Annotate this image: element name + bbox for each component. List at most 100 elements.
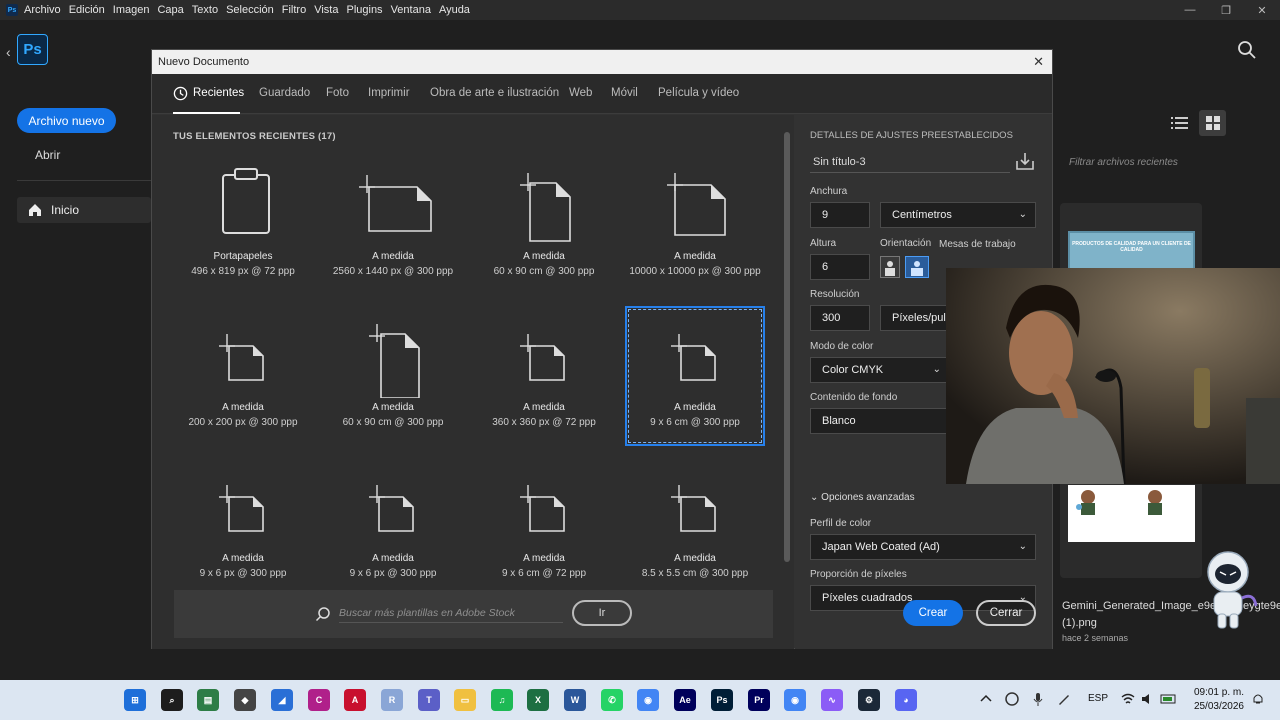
tab-obra-arte[interactable]: Obra de arte e ilustración	[430, 87, 559, 99]
recent-item[interactable]: A medida 9 x 6 cm @ 300 ppp	[625, 306, 765, 446]
recent-item[interactable]: A medida 60 x 90 cm @ 300 ppp	[323, 306, 463, 446]
menu-filtro[interactable]: Filtro	[282, 4, 306, 16]
capcut-icon[interactable]: C	[308, 689, 330, 711]
menu-ventana[interactable]: Ventana	[391, 4, 431, 16]
filter-recent-input[interactable]: Filtrar archivos recientes	[1069, 157, 1178, 168]
windows-start-icon[interactable]: ⊞	[124, 689, 146, 711]
stock-search-input[interactable]: Buscar más plantillas en Adobe Stock	[339, 607, 563, 623]
recent-item[interactable]: A medida 9 x 6 cm @ 72 ppp	[474, 457, 614, 597]
menu-texto[interactable]: Texto	[192, 4, 218, 16]
recent-item[interactable]: A medida 9 x 6 px @ 300 ppp	[323, 457, 463, 597]
minimize-icon[interactable]: —	[1172, 0, 1208, 20]
menu-ayuda[interactable]: Ayuda	[439, 4, 470, 16]
tray-chevron-icon[interactable]	[978, 691, 994, 707]
create-button[interactable]: Crear	[903, 600, 963, 626]
steam-icon[interactable]: ⚙	[858, 689, 880, 711]
recent-item[interactable]: A medida 360 x 360 px @ 72 ppp	[474, 306, 614, 446]
advanced-options-toggle[interactable]: ⌄ Opciones avanzadas	[810, 492, 915, 503]
document-name-input[interactable]: Sin título-3	[810, 151, 1010, 173]
resolution-label: Resolución	[810, 289, 860, 300]
recent-item[interactable]: A medida 200 x 200 px @ 300 ppp	[173, 306, 313, 446]
whatsapp-icon[interactable]: ✆	[601, 689, 623, 711]
scrollbar[interactable]	[783, 120, 791, 584]
list-view-icon[interactable]	[1170, 114, 1190, 132]
recent-item[interactable]: Portapapeles 496 x 819 px @ 72 ppp	[173, 155, 313, 295]
premiere-icon[interactable]: Pr	[748, 689, 770, 711]
clock-icon	[173, 86, 188, 101]
recent-item[interactable]: A medida 8.5 x 5.5 cm @ 300 ppp	[625, 457, 765, 597]
spotify-icon[interactable]: ♫	[491, 689, 513, 711]
chrome-profile-icon[interactable]: ◉	[784, 689, 806, 711]
open-button[interactable]: Abrir	[35, 148, 60, 162]
restore-icon[interactable]: ❐	[1208, 0, 1244, 20]
color-mode-select[interactable]: Color CMYK ⌄	[810, 357, 950, 383]
wifi-icon[interactable]	[1120, 691, 1136, 707]
teams-icon[interactable]: T	[418, 689, 440, 711]
recent-item[interactable]: A medida 60 x 90 cm @ 300 ppp	[474, 155, 614, 295]
webcam-video-image	[946, 268, 1280, 484]
tab-web[interactable]: Web	[569, 87, 592, 99]
menu-seleccion[interactable]: Selección	[226, 4, 274, 16]
discord-icon[interactable]: ◕	[895, 689, 917, 711]
back-chevron-icon[interactable]: ‹	[6, 44, 11, 60]
recent-item[interactable]: A medida 9 x 6 px @ 300 ppp	[173, 457, 313, 597]
file-explorer-icon[interactable]: ▭	[454, 689, 476, 711]
nav-home[interactable]: Inicio	[17, 197, 151, 223]
clock[interactable]: 09:01 p. m. 25/03/2026	[1188, 686, 1244, 714]
stock-go-button[interactable]: Ir	[572, 600, 632, 626]
tab-recientes[interactable]: Recientes	[193, 87, 244, 99]
menu-archivo[interactable]: Archivo	[24, 4, 61, 16]
word-icon[interactable]: W	[564, 689, 586, 711]
photoshop-icon[interactable]: Ps	[711, 689, 733, 711]
close-icon[interactable]: ✕	[1033, 54, 1044, 70]
tab-imprimir[interactable]: Imprimir	[368, 87, 410, 99]
save-preset-icon[interactable]	[1015, 151, 1035, 171]
menu-edicion[interactable]: Edición	[69, 4, 105, 16]
recent-file-name[interactable]: Gemini_Generated_Image_e9eygte9eygte9ey …	[1062, 598, 1280, 632]
chrome-icon[interactable]: ◉	[637, 689, 659, 711]
excel-icon[interactable]: X	[527, 689, 549, 711]
landscape-orientation-icon[interactable]	[905, 256, 929, 278]
notification-icon[interactable]	[1250, 691, 1266, 707]
pen-icon[interactable]	[1056, 691, 1072, 707]
autocad-icon[interactable]: A	[344, 689, 366, 711]
menu-plugins[interactable]: Plugins	[346, 4, 382, 16]
after-effects-icon[interactable]: Ae	[674, 689, 696, 711]
search-icon[interactable]: ⌕	[161, 689, 183, 711]
character-sprite-icon	[1148, 490, 1162, 515]
tab-movil[interactable]: Móvil	[611, 87, 638, 99]
search-icon[interactable]	[1237, 40, 1257, 60]
scrollbar-thumb[interactable]	[784, 132, 790, 562]
menu-vista[interactable]: Vista	[314, 4, 338, 16]
r-icon[interactable]: R	[381, 689, 403, 711]
language-indicator[interactable]: ESP	[1088, 693, 1108, 704]
recent-item[interactable]: A medida 2560 x 1440 px @ 300 ppp	[323, 155, 463, 295]
tab-pelicula-video[interactable]: Película y vídeo	[658, 87, 739, 99]
width-unit-select[interactable]: Centímetros ⌄	[880, 202, 1036, 228]
width-input[interactable]: 9	[810, 202, 870, 228]
menu-capa[interactable]: Capa	[157, 4, 183, 16]
app-icon[interactable]: ◢	[271, 689, 293, 711]
battery-icon[interactable]	[1160, 691, 1176, 707]
tray-app-icon[interactable]	[1004, 691, 1020, 707]
tab-guardado[interactable]: Guardado	[259, 87, 310, 99]
close-button[interactable]: Cerrar	[976, 600, 1036, 626]
menu-imagen[interactable]: Imagen	[113, 4, 150, 16]
portrait-orientation-icon[interactable]	[880, 256, 900, 278]
wave-icon[interactable]: ∿	[821, 689, 843, 711]
close-window-icon[interactable]: ✕	[1244, 0, 1280, 20]
resolution-input[interactable]: 300	[810, 305, 870, 331]
volume-icon[interactable]	[1140, 691, 1156, 707]
microphone-icon[interactable]	[1030, 691, 1046, 707]
color-profile-select[interactable]: Japan Web Coated (Ad) ⌄	[810, 534, 1036, 560]
height-input[interactable]: 6	[810, 254, 870, 280]
recent-item-name: A medida	[523, 402, 565, 413]
3d-viewer-icon[interactable]: ◆	[234, 689, 256, 711]
tab-foto[interactable]: Foto	[326, 87, 349, 99]
recent-item[interactable]: A medida 10000 x 10000 px @ 300 ppp	[625, 155, 765, 295]
store-icon[interactable]: ▤	[197, 689, 219, 711]
height-label: Altura	[810, 238, 837, 249]
new-file-button[interactable]: Archivo nuevo	[17, 108, 116, 133]
clipboard-icon	[222, 168, 270, 234]
grid-view-icon[interactable]	[1199, 110, 1226, 136]
